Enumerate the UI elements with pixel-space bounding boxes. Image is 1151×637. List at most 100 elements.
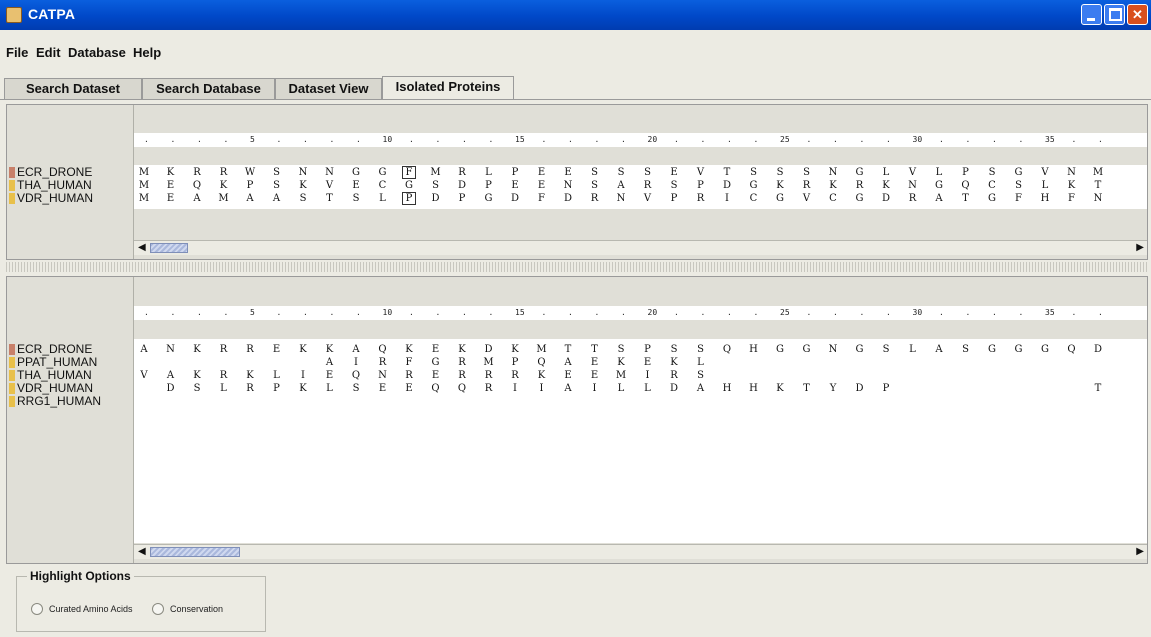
- residue-cell[interactable]: R: [402, 369, 416, 382]
- residue-cell[interactable]: R: [455, 166, 469, 179]
- residue-cell[interactable]: Q: [190, 179, 204, 192]
- residue-cell[interactable]: E: [535, 166, 549, 179]
- residue-cell[interactable]: R: [800, 179, 814, 192]
- residue-cell[interactable]: E: [402, 382, 416, 395]
- residue-cell[interactable]: V: [800, 192, 814, 205]
- residue-cell[interactable]: K: [667, 356, 681, 369]
- residue-cell[interactable]: P: [243, 179, 257, 192]
- residue-cell[interactable]: K: [217, 179, 231, 192]
- residue-cell[interactable]: G: [349, 166, 363, 179]
- residue-cell[interactable]: K: [773, 179, 787, 192]
- residue-cell[interactable]: S: [270, 166, 284, 179]
- residue-cell[interactable]: R: [667, 369, 681, 382]
- residue-cell[interactable]: V: [323, 179, 337, 192]
- residue-cell[interactable]: A: [323, 356, 337, 369]
- residue-cell[interactable]: R: [376, 356, 390, 369]
- bottom-horizontal-scrollbar[interactable]: ◀ ▶: [134, 544, 1147, 559]
- residue-cell[interactable]: A: [349, 343, 363, 356]
- residue-cell[interactable]: K: [296, 179, 310, 192]
- curated-amino-acids-label[interactable]: Curated Amino Acids: [49, 604, 133, 614]
- residue-cell[interactable]: C: [826, 192, 840, 205]
- scroll-right-icon[interactable]: ▶: [1136, 546, 1144, 557]
- residue-cell[interactable]: L: [376, 192, 390, 205]
- residue-cell[interactable]: R: [217, 166, 231, 179]
- residue-cell[interactable]: P: [482, 179, 496, 192]
- conservation-radio[interactable]: [152, 603, 164, 615]
- residue-cell[interactable]: E: [270, 343, 284, 356]
- residue-cell[interactable]: G: [482, 192, 496, 205]
- residue-cell[interactable]: S: [588, 179, 602, 192]
- residue-cell[interactable]: R: [243, 343, 257, 356]
- residue-cell[interactable]: Q: [376, 343, 390, 356]
- residue-cell[interactable]: K: [455, 343, 469, 356]
- residue-cell[interactable]: P: [959, 166, 973, 179]
- residue-cell[interactable]: P: [508, 166, 522, 179]
- residue-cell[interactable]: T: [1091, 179, 1105, 192]
- residue-cell[interactable]: P: [641, 343, 655, 356]
- residue-cell[interactable]: S: [349, 192, 363, 205]
- residue-cell[interactable]: G: [1012, 343, 1026, 356]
- residue-cell[interactable]: K: [773, 382, 787, 395]
- residue-cell[interactable]: L: [906, 343, 920, 356]
- residue-cell[interactable]: K: [879, 179, 893, 192]
- residue-cell[interactable]: N: [826, 343, 840, 356]
- residue-cell[interactable]: L: [323, 382, 337, 395]
- residue-cell[interactable]: Q: [429, 382, 443, 395]
- residue-cell[interactable]: A: [164, 369, 178, 382]
- residue-cell[interactable]: G: [402, 179, 416, 192]
- residue-cell[interactable]: G: [747, 179, 761, 192]
- residue-cell[interactable]: R: [694, 192, 708, 205]
- residue-cell[interactable]: M: [137, 166, 151, 179]
- residue-cell[interactable]: M: [217, 192, 231, 205]
- residue-cell[interactable]: L: [482, 166, 496, 179]
- residue-cell[interactable]: A: [694, 382, 708, 395]
- residue-cell[interactable]: P: [455, 192, 469, 205]
- residue-cell[interactable]: H: [747, 382, 761, 395]
- tab-search-database[interactable]: Search Database: [142, 78, 275, 100]
- residue-cell[interactable]: N: [296, 166, 310, 179]
- residue-cell[interactable]: V: [137, 369, 151, 382]
- residue-cell[interactable]: D: [853, 382, 867, 395]
- residue-cell[interactable]: S: [270, 179, 284, 192]
- residue-cell[interactable]: Q: [1065, 343, 1079, 356]
- residue-cell[interactable]: S: [614, 166, 628, 179]
- residue-cell[interactable]: N: [164, 343, 178, 356]
- scroll-left-icon[interactable]: ◀: [138, 546, 146, 557]
- residue-cell[interactable]: R: [243, 382, 257, 395]
- residue-cell[interactable]: C: [747, 192, 761, 205]
- residue-cell[interactable]: L: [1038, 179, 1052, 192]
- residue-cell[interactable]: I: [349, 356, 363, 369]
- residue-cell[interactable]: K: [535, 369, 549, 382]
- residue-cell[interactable]: F: [535, 192, 549, 205]
- residue-cell[interactable]: D: [561, 192, 575, 205]
- residue-cell[interactable]: E: [561, 369, 575, 382]
- residue-cell[interactable]: R: [455, 369, 469, 382]
- residue-cell[interactable]: K: [323, 343, 337, 356]
- residue-cell[interactable]: G: [985, 343, 999, 356]
- residue-cell[interactable]: L: [614, 382, 628, 395]
- residue-cell[interactable]: M: [137, 179, 151, 192]
- residue-cell[interactable]: Q: [535, 356, 549, 369]
- residue-cell[interactable]: K: [296, 382, 310, 395]
- top-horizontal-scrollbar[interactable]: ◀ ▶: [134, 240, 1147, 255]
- residue-cell[interactable]: S: [694, 343, 708, 356]
- residue-cell[interactable]: R: [482, 369, 496, 382]
- residue-cell[interactable]: E: [588, 356, 602, 369]
- residue-cell[interactable]: I: [535, 382, 549, 395]
- residue-cell[interactable]: S: [614, 343, 628, 356]
- residue-cell[interactable]: C: [376, 179, 390, 192]
- residue-cell[interactable]: K: [164, 166, 178, 179]
- residue-cell[interactable]: R: [217, 369, 231, 382]
- residue-cell[interactable]: A: [270, 192, 284, 205]
- residue-cell[interactable]: D: [879, 192, 893, 205]
- residue-cell[interactable]: C: [985, 179, 999, 192]
- residue-cell[interactable]: S: [985, 166, 999, 179]
- residue-cell[interactable]: G: [800, 343, 814, 356]
- menu-database[interactable]: Database: [68, 45, 126, 60]
- residue-cell[interactable]: A: [190, 192, 204, 205]
- residue-cell[interactable]: I: [296, 369, 310, 382]
- residue-cell[interactable]: K: [614, 356, 628, 369]
- residue-cell[interactable]: D: [1091, 343, 1105, 356]
- top-scroll-thumb[interactable]: [150, 243, 188, 253]
- residue-cell[interactable]: R: [588, 192, 602, 205]
